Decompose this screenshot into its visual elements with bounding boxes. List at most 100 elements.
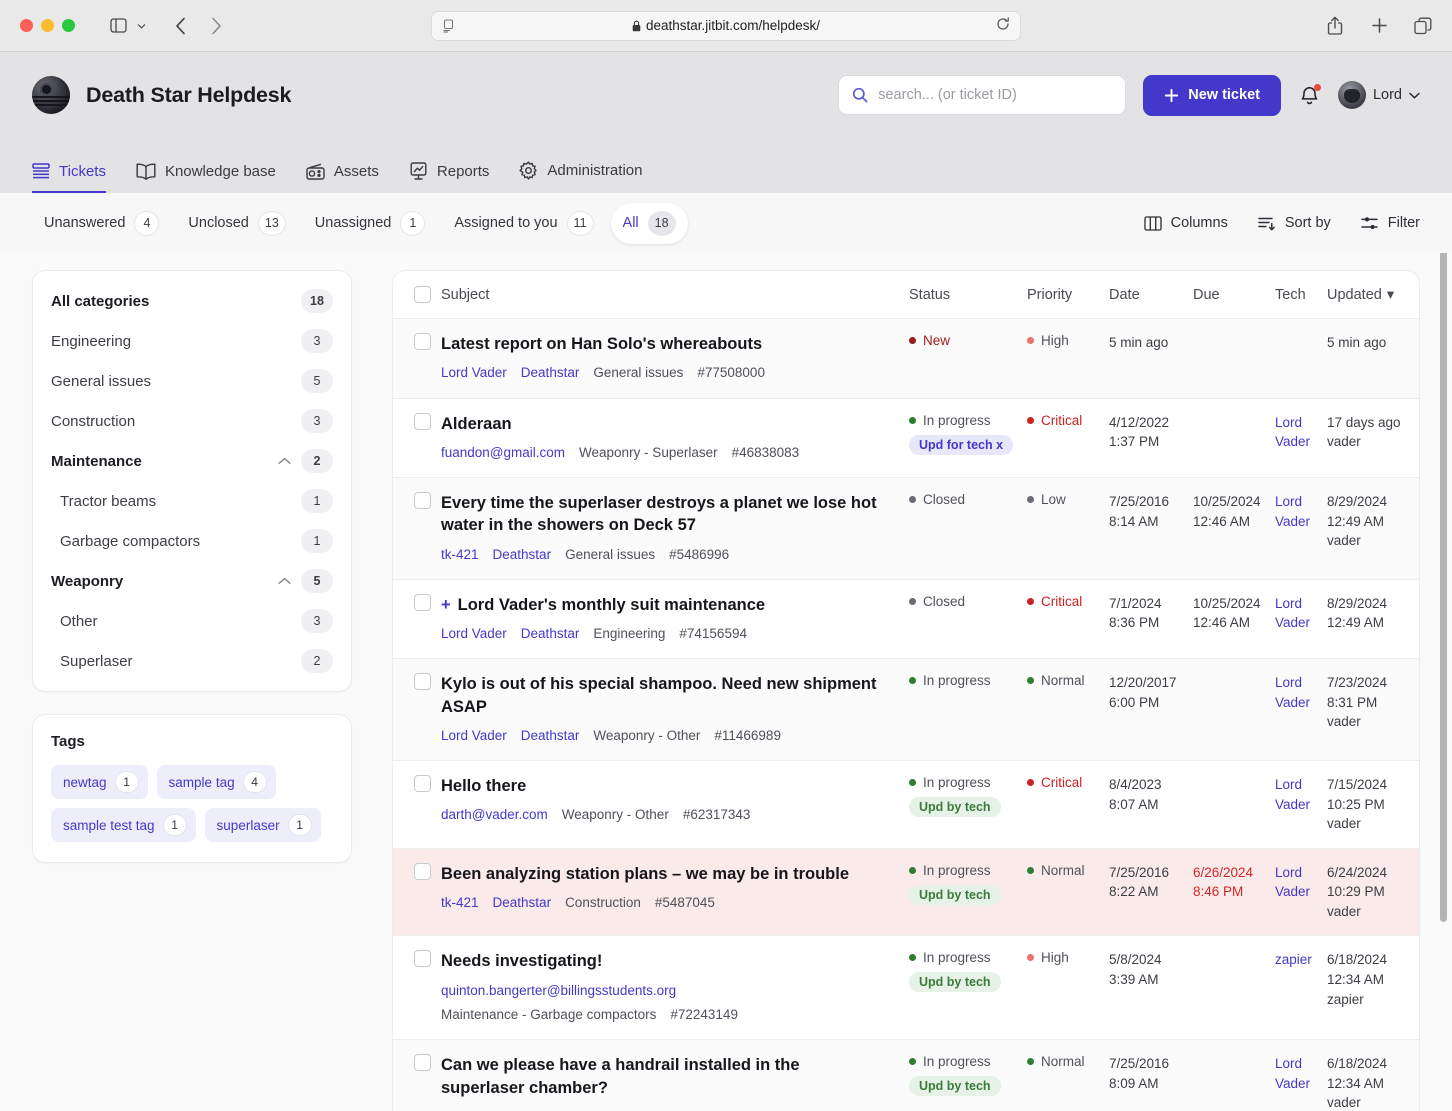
column-header-priority[interactable]: Priority (1027, 271, 1109, 319)
status-badge[interactable]: Upd by tech (909, 1076, 1001, 1097)
ticket-subject-link[interactable]: Kylo is out of his special shampoo. Need… (441, 673, 887, 718)
ticket-tech-link[interactable]: zapier (1275, 952, 1312, 967)
search-input[interactable] (878, 87, 1113, 103)
row-select-checkbox[interactable] (414, 333, 431, 350)
row-select-checkbox[interactable] (414, 492, 431, 510)
column-header-date[interactable]: Date (1109, 271, 1193, 319)
column-header-status[interactable]: Status (909, 271, 1027, 319)
ticket-subject-link[interactable]: Needs investigating! (441, 950, 887, 972)
table-row[interactable]: Kylo is out of his special shampoo. Need… (393, 658, 1419, 762)
sidebar-item-construction[interactable]: Construction 3 (33, 401, 351, 441)
window-traffic-lights[interactable] (20, 19, 75, 32)
sidebar-item-general-issues[interactable]: General issues 5 (33, 361, 351, 401)
status-badge[interactable]: Upd by tech (909, 797, 1001, 818)
ticket-tech-link[interactable]: Lord Vader (1275, 865, 1310, 900)
columns-button[interactable]: Columns (1143, 215, 1228, 231)
reload-icon[interactable] (996, 17, 1010, 34)
sidebar-item-all-categories[interactable]: All categories 18 (33, 281, 351, 321)
ticket-meta-link[interactable]: tk-421 (441, 893, 479, 913)
reader-view-icon[interactable] (442, 18, 456, 33)
ticket-meta-link[interactable]: quinton.bangerter@billingsstudents.org (441, 981, 676, 1001)
maximize-window-button[interactable] (62, 19, 75, 32)
select-all-checkbox[interactable] (414, 286, 431, 303)
filter-chip-unclosed[interactable]: Unclosed 13 (176, 203, 297, 244)
sidebar-toggle-icon[interactable] (103, 12, 133, 40)
sidebar-item-engineering[interactable]: Engineering 3 (33, 321, 351, 361)
brand[interactable]: Death Star Helpdesk (32, 76, 292, 114)
new-ticket-button[interactable]: New ticket (1143, 74, 1281, 116)
table-row[interactable]: Been analyzing station plans – we may be… (393, 848, 1419, 937)
table-row[interactable]: Hello there darth@vader.com Weaponry - Oth… (393, 760, 1419, 849)
ticket-meta-link[interactable]: Deathstar (493, 893, 552, 913)
ticket-meta-link[interactable]: Lord Vader (441, 726, 507, 746)
sidebar-item-garbage-compactors[interactable]: Garbage compactors 1 (33, 521, 351, 561)
ticket-tech-link[interactable]: Lord Vader (1275, 777, 1310, 812)
ticket-meta-link[interactable]: tk-421 (441, 545, 479, 565)
ticket-meta-link[interactable]: Deathstar (493, 545, 552, 565)
ticket-meta-link[interactable]: fuandon@gmail.com (441, 443, 565, 463)
ticket-meta-link[interactable]: Lord Vader (441, 363, 507, 383)
ticket-meta-link[interactable]: Deathstar (521, 726, 580, 746)
chevron-up-icon[interactable] (278, 577, 291, 585)
forward-arrow-icon[interactable] (201, 12, 231, 40)
status-badge[interactable]: Upd by tech (909, 884, 1001, 905)
sidebar-item-weaponry[interactable]: Weaponry 5 (33, 561, 351, 601)
table-row[interactable]: Can we please have a handrail installed … (393, 1039, 1419, 1111)
ticket-tech-link[interactable]: Lord Vader (1275, 1056, 1310, 1091)
close-window-button[interactable] (20, 19, 33, 32)
ticket-meta-link[interactable]: Deathstar (521, 363, 580, 383)
notification-bell-icon[interactable] (1298, 83, 1321, 108)
row-select-checkbox[interactable] (414, 593, 431, 611)
sort-by-button[interactable]: Sort by (1258, 215, 1331, 231)
status-badge[interactable]: Upd for tech x (909, 434, 1014, 455)
ticket-tech-link[interactable]: Lord Vader (1275, 675, 1310, 710)
minimize-window-button[interactable] (41, 19, 54, 32)
row-select-checkbox[interactable] (414, 775, 431, 793)
user-menu[interactable]: Lord (1337, 81, 1420, 109)
column-header-subject[interactable]: Subject (441, 271, 909, 319)
ticket-subject-link[interactable]: Been analyzing station plans – we may be… (441, 863, 887, 885)
column-header-tech[interactable]: Tech (1275, 271, 1327, 319)
address-bar[interactable]: deathstar.jitbit.com/helpdesk/ (431, 10, 1021, 41)
nav-tab-tickets[interactable]: Tickets (32, 163, 106, 193)
nav-tab-administration[interactable]: Administration (519, 161, 642, 193)
filter-chip-unanswered[interactable]: Unanswered 4 (32, 203, 171, 244)
nav-tab-assets[interactable]: Assets (306, 163, 379, 193)
tag-superlaser[interactable]: superlaser 1 (204, 808, 321, 842)
sidebar-dropdown-chevron-icon[interactable] (133, 12, 149, 40)
table-row[interactable]: Every time the superlaser destroys a pla… (393, 477, 1419, 580)
table-row[interactable]: Needs investigating! quinton.bangerter@bi… (393, 935, 1419, 1041)
tag-sample-tag[interactable]: sample tag 4 (156, 765, 276, 799)
column-header-due[interactable]: Due (1193, 271, 1275, 319)
tag-sample-test-tag[interactable]: sample test tag 1 (51, 808, 196, 842)
ticket-meta-link[interactable]: Lord Vader (441, 624, 507, 644)
table-row[interactable]: + Lord Vader's monthly suit maintenance Lo… (393, 579, 1419, 660)
chevron-up-icon[interactable] (278, 457, 291, 465)
filter-chip-unassigned[interactable]: Unassigned 1 (303, 203, 438, 244)
row-select-checkbox[interactable] (414, 673, 431, 691)
ticket-tech-link[interactable]: Lord Vader (1275, 415, 1310, 450)
expand-thread-icon[interactable]: + (441, 596, 451, 614)
ticket-subject-link[interactable]: Can we please have a handrail installed … (441, 1054, 887, 1099)
tag-newtag[interactable]: newtag 1 (51, 765, 148, 799)
status-badge[interactable]: Upd by tech (909, 972, 1001, 993)
ticket-tech-link[interactable]: Lord Vader (1275, 494, 1310, 529)
filter-chip-assigned-to-you[interactable]: Assigned to you 11 (442, 203, 605, 244)
nav-tab-reports[interactable]: Reports (409, 162, 489, 193)
filter-chip-all[interactable]: All 18 (610, 202, 688, 244)
ticket-tech-link[interactable]: Lord Vader (1275, 596, 1310, 631)
ticket-subject-link[interactable]: Hello there (441, 775, 887, 797)
table-row[interactable]: Alderaan fuandon@gmail.com Weaponry - Supe… (393, 398, 1419, 479)
ticket-subject-link[interactable]: Latest report on Han Solo's whereabouts (441, 333, 887, 355)
sidebar-item-other[interactable]: Other 3 (33, 601, 351, 641)
search-box[interactable] (838, 75, 1127, 115)
sidebar-item-superlaser[interactable]: Superlaser 2 (33, 641, 351, 681)
ticket-meta-link[interactable]: Deathstar (521, 624, 580, 644)
sidebar-item-tractor-beams[interactable]: Tractor beams 1 (33, 481, 351, 521)
ticket-meta-link[interactable]: Deathstar (493, 1107, 552, 1111)
row-select-checkbox[interactable] (414, 862, 431, 880)
ticket-subject-link[interactable]: Every time the superlaser destroys a pla… (441, 492, 887, 537)
ticket-meta-link[interactable]: tk-421 (441, 1107, 479, 1111)
ticket-meta-link[interactable]: darth@vader.com (441, 805, 548, 825)
tab-overview-icon[interactable] (1408, 12, 1438, 40)
